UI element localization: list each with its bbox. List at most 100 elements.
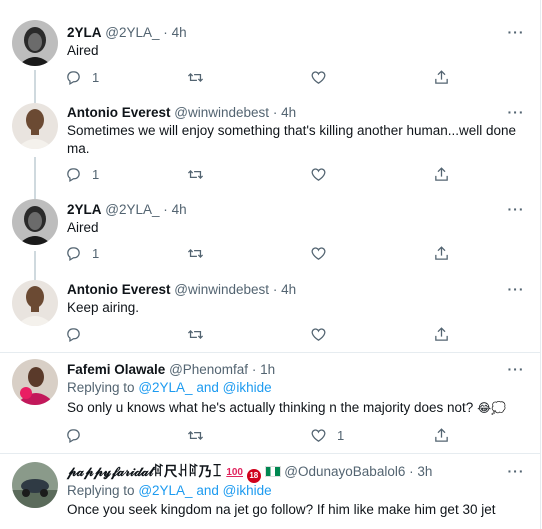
display-name[interactable]: Antonio Everest bbox=[67, 105, 171, 120]
display-name[interactable]: 2YLA bbox=[67, 25, 102, 40]
share-icon bbox=[435, 69, 448, 84]
tweet[interactable]: Antonio Everest @winwindebest · 4h ··· S… bbox=[0, 95, 540, 197]
heart-icon bbox=[311, 167, 326, 181]
mention-link[interactable]: @2YLA_ bbox=[138, 483, 192, 498]
avatar[interactable] bbox=[12, 462, 58, 508]
like-button[interactable]: 1 bbox=[310, 425, 344, 445]
retweet-icon bbox=[187, 329, 204, 339]
tweet[interactable]: Fafemi Olawale @Phenomfaf · 1h ··· Reply… bbox=[0, 353, 540, 454]
tweet-text: Aired bbox=[67, 43, 99, 58]
separator: · bbox=[163, 202, 168, 217]
replying-to: Replying to @2YLA_ and @ikhide bbox=[67, 379, 272, 397]
reply-button[interactable] bbox=[65, 324, 92, 344]
tweet-header: 2YLA @2YLA_ · 4h bbox=[67, 201, 187, 219]
tweet-text: Aired bbox=[67, 220, 99, 235]
reply-button[interactable]: 1 bbox=[65, 243, 99, 263]
avatar[interactable] bbox=[12, 199, 58, 245]
mention-link[interactable]: @2YLA_ bbox=[138, 380, 192, 395]
reply-button[interactable]: 1 bbox=[65, 164, 99, 184]
tweet-actions: 1 bbox=[65, 67, 465, 87]
like-button[interactable] bbox=[310, 324, 337, 344]
timestamp[interactable]: 4h bbox=[172, 202, 187, 217]
tweet[interactable]: 𝓅𝒶𝓅𝓅𝓎𝒻𝒶𝓇𝒾𝒹𝒶𝓉ꍏ尺ꃅꍏ乃ꀤ 100 18 @OdunayoBabalo… bbox=[0, 454, 540, 529]
tweet-header: Antonio Everest @winwindebest · 4h bbox=[67, 281, 296, 299]
heart-icon bbox=[311, 246, 326, 260]
username[interactable]: @winwindebest bbox=[174, 282, 269, 297]
thread-line bbox=[34, 157, 36, 197]
replying-and[interactable]: and bbox=[196, 380, 219, 395]
thread-line bbox=[34, 95, 36, 103]
tweet-header: 2YLA @2YLA_ · 4h bbox=[67, 24, 187, 42]
retweet-button[interactable] bbox=[187, 164, 214, 184]
share-icon bbox=[435, 166, 448, 181]
separator: · bbox=[272, 105, 278, 120]
share-button[interactable] bbox=[433, 164, 450, 184]
retweet-button[interactable] bbox=[187, 324, 214, 344]
username[interactable]: @winwindebest bbox=[174, 105, 269, 120]
more-icon[interactable]: ··· bbox=[506, 282, 526, 300]
avatar[interactable] bbox=[12, 280, 58, 326]
tweet-header: Antonio Everest @winwindebest · 4h bbox=[67, 104, 296, 122]
timestamp[interactable]: 4h bbox=[281, 282, 296, 297]
display-name[interactable]: 𝓅𝒶𝓅𝓅𝓎𝒻𝒶𝓇𝒾𝒹𝒶𝓉ꍏ尺ꃅꍏ乃ꀤ bbox=[67, 464, 223, 479]
reply-icon bbox=[67, 70, 80, 85]
display-name[interactable]: Antonio Everest bbox=[67, 282, 171, 297]
timestamp[interactable]: 1h bbox=[260, 362, 275, 377]
timestamp[interactable]: 4h bbox=[172, 25, 187, 40]
tweet-text: Sometimes we will enjoy something that's… bbox=[67, 123, 517, 156]
reply-icon bbox=[67, 167, 80, 182]
laughing-emoji: 😂💭 bbox=[477, 401, 507, 415]
like-count: 1 bbox=[337, 427, 345, 443]
username[interactable]: @OdunayoBabalol6 bbox=[284, 464, 405, 479]
tweet[interactable]: 2YLA @2YLA_ · 4h ··· Aired 1 bbox=[0, 195, 540, 279]
avatar[interactable] bbox=[12, 103, 58, 149]
tweet-actions: 1 bbox=[65, 164, 465, 184]
retweet-button[interactable] bbox=[187, 425, 214, 445]
username[interactable]: @2YLA_ bbox=[105, 202, 159, 217]
username[interactable]: @Phenomfaf bbox=[169, 362, 248, 377]
more-icon[interactable]: ··· bbox=[506, 25, 526, 43]
more-icon[interactable]: ··· bbox=[506, 464, 526, 482]
reply-button[interactable]: 1 bbox=[65, 67, 99, 87]
retweet-button[interactable] bbox=[187, 67, 214, 87]
display-name[interactable]: Fafemi Olawale bbox=[67, 362, 165, 377]
reply-count: 1 bbox=[92, 166, 100, 182]
eighteen-emoji: 18 bbox=[246, 469, 261, 483]
username[interactable]: @2YLA_ bbox=[105, 25, 159, 40]
tweet[interactable]: 2YLA @2YLA_ · 4h ··· Aired 1 bbox=[0, 0, 540, 100]
reply-count: 1 bbox=[92, 245, 100, 261]
timestamp[interactable]: 4h bbox=[281, 105, 296, 120]
like-button[interactable] bbox=[310, 164, 337, 184]
tweet[interactable]: Antonio Everest @winwindebest · 4h ··· K… bbox=[0, 275, 540, 345]
retweet-button[interactable] bbox=[187, 243, 214, 263]
heart-icon bbox=[311, 428, 326, 442]
tweet-actions: 1 bbox=[65, 425, 465, 445]
timestamp[interactable]: 3h bbox=[417, 464, 432, 479]
like-button[interactable] bbox=[310, 67, 337, 87]
tweet-text: So only u knows what he's actually think… bbox=[67, 399, 527, 417]
mention-link[interactable]: @ikhide bbox=[223, 483, 272, 498]
display-name[interactable]: 2YLA bbox=[67, 202, 102, 217]
more-icon[interactable]: ··· bbox=[506, 202, 526, 220]
share-button[interactable] bbox=[433, 243, 450, 263]
like-button[interactable] bbox=[310, 243, 337, 263]
share-button[interactable] bbox=[433, 425, 450, 445]
mention-link[interactable]: @ikhide bbox=[223, 380, 272, 395]
reply-button[interactable] bbox=[65, 425, 92, 445]
nigeria-flag-icon bbox=[264, 466, 281, 477]
tweet-text: Keep airing. bbox=[67, 300, 140, 315]
avatar[interactable] bbox=[12, 359, 58, 405]
replying-to-label: Replying to bbox=[67, 483, 135, 498]
share-icon bbox=[435, 326, 448, 341]
avatar[interactable] bbox=[12, 20, 58, 66]
retweet-icon bbox=[187, 430, 204, 440]
more-icon[interactable]: ··· bbox=[506, 362, 526, 380]
tweet-actions bbox=[65, 324, 465, 344]
share-button[interactable] bbox=[433, 324, 450, 344]
reply-icon bbox=[67, 428, 80, 443]
more-icon[interactable]: ··· bbox=[506, 105, 526, 123]
hundred-emoji: 100 bbox=[226, 467, 243, 478]
timeline: 2YLA @2YLA_ · 4h ··· Aired 1 Antonio Eve… bbox=[0, 0, 541, 529]
replying-and[interactable]: and bbox=[196, 483, 219, 498]
share-button[interactable] bbox=[433, 67, 450, 87]
